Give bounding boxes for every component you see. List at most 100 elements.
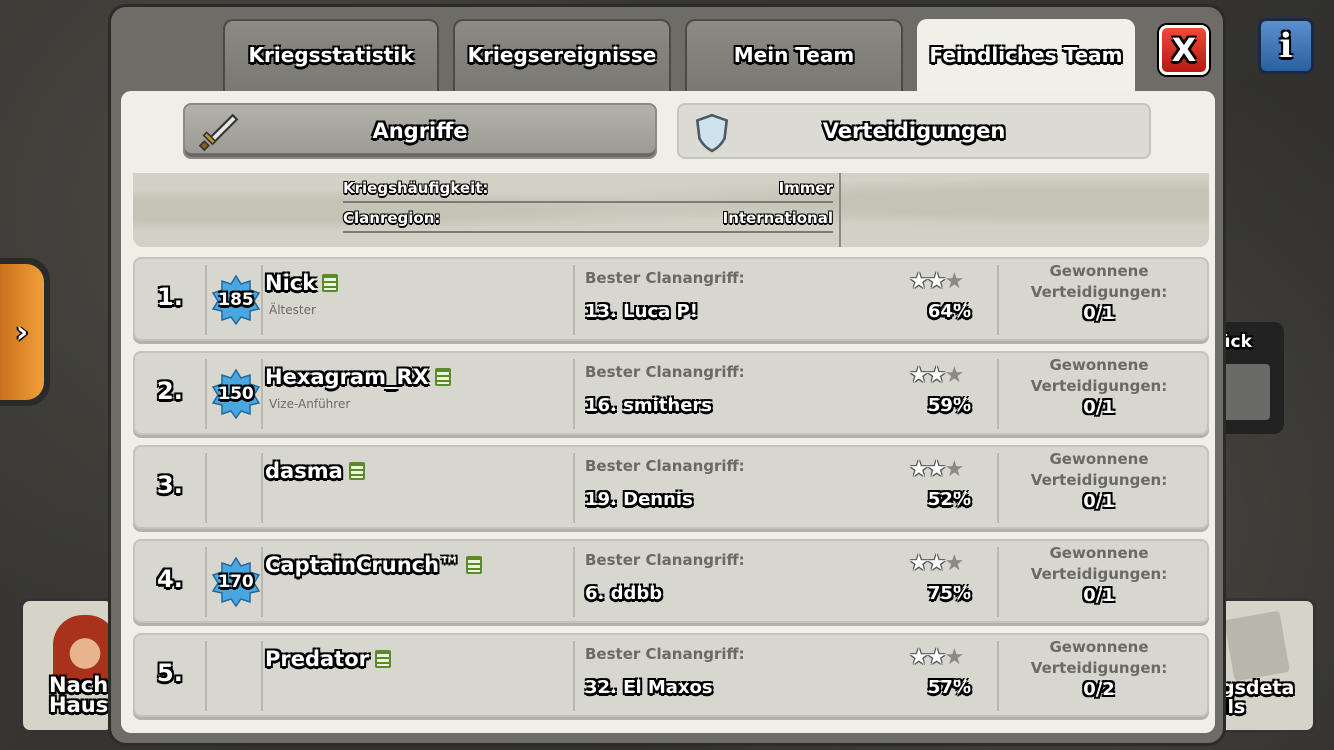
member-row[interactable]: 5. Predator Bester Clanangriff: 32. El M… [133,633,1209,717]
player-name: CaptainCrunch™ [265,553,461,577]
war-panel: Kriegsstatistik Kriegsereignisse Mein Te… [108,4,1226,746]
tab-war-stats[interactable]: Kriegsstatistik [223,19,439,99]
player-name: Hexagram_RX [265,365,429,389]
notes-icon [375,650,392,668]
player-name: Nick [265,271,317,295]
star-icon: ★ [926,551,947,576]
tab-enemy-team[interactable]: Feindliches Team [917,19,1135,99]
divider [573,265,575,335]
notes-icon [348,462,365,480]
defenses-value: 0/1 [1083,397,1115,418]
clan-region-row: Clanregion: International [343,205,833,233]
attacker-name: 19. Dennis [585,489,693,510]
player-role: Vize-Anführer [269,397,351,411]
star-icon: ★ [944,363,964,388]
clan-info-strip: Kriegshäufigkeit: Immer Clanregion: Inte… [133,173,1209,247]
sword-icon [198,113,239,152]
content-area: Angriffe Verteidigungen Kriegshäufigkeit… [121,91,1215,733]
tab-my-team[interactable]: Mein Team [685,19,903,99]
info-button[interactable]: i [1258,18,1314,74]
defenses-text: Gewonnene Verteidigungen: [1030,356,1168,395]
divider [997,641,999,711]
member-row[interactable]: 3. dasma Bester Clanangriff: 19. Dennis … [133,445,1209,529]
destruction-percent: 64% [927,301,971,322]
chevron-right-icon: › [0,264,44,400]
defenses-text: Gewonnene Verteidigungen: [1030,262,1168,301]
level-badge: 170 [211,556,261,608]
clan-region-value: International [722,209,833,227]
player-name: dasma [265,459,343,483]
divider [573,547,575,617]
divider [261,359,263,429]
defenses-label: Gewonnene Verteidigungen: 0/1 [1011,543,1187,606]
star-icon: ★ [926,269,947,294]
go-home-label: Nach Haus [49,673,109,717]
divider [997,547,999,617]
member-row[interactable]: 1. 185 Nick Ältester Bester Clanangriff:… [133,257,1209,341]
close-button[interactable]: X [1159,25,1209,75]
document-icon [1224,610,1290,682]
star-icon: ★ [944,551,964,576]
best-attack-label: Bester Clanangriff: [585,269,745,287]
player-name-container: CaptainCrunch™ [265,553,483,577]
member-row[interactable]: 2. 150 Hexagram_RX Vize-Anführer Bester … [133,351,1209,435]
star-rating: ★★★ [909,551,964,576]
player-name-container: Nick [265,271,339,295]
star-icon: ★ [944,457,964,482]
attacker-name: 16. smithers [585,395,713,416]
clan-region-label: Clanregion: [343,209,441,227]
rank-number: 1. [157,283,183,311]
attacks-toggle[interactable]: Angriffe [183,103,657,159]
defenses-label: Gewonnene Verteidigungen: 0/1 [1011,449,1187,512]
level-value: 170 [218,572,254,592]
star-icon: ★ [944,645,964,670]
divider [997,359,999,429]
divider [205,547,207,617]
divider [573,641,575,711]
player-name: Predator [265,647,370,671]
go-home-button[interactable]: Nach Haus [20,598,115,733]
divider [261,265,263,335]
divider [573,453,575,523]
defenses-label: Gewonnene Verteidigungen: 0/1 [1011,355,1187,418]
defenses-text: Gewonnene Verteidigungen: [1030,638,1168,677]
rank-number: 3. [157,471,183,499]
side-arrow-button[interactable]: › [0,258,50,406]
attacker-name: 32. El Maxos [585,677,713,698]
divider [997,453,999,523]
star-icon: ★ [909,551,929,576]
defenses-text: Gewonnene Verteidigungen: [1030,544,1168,583]
defenses-label: Gewonnene Verteidigungen: 0/2 [1011,637,1187,700]
player-name-container: dasma [265,459,365,483]
player-role: Ältester [269,303,316,317]
star-icon: ★ [909,645,929,670]
star-icon: ★ [926,645,947,670]
tab-war-events[interactable]: Kriegsereignisse [453,19,671,99]
level-badge: 185 [211,274,261,326]
notes-icon [322,274,339,292]
divider [261,641,263,711]
defenses-label: Verteidigungen [822,119,1006,143]
divider [205,359,207,429]
star-rating: ★★★ [909,269,964,294]
star-icon: ★ [944,269,964,294]
divider [997,265,999,335]
star-icon: ★ [909,269,929,294]
divider [205,265,207,335]
member-row[interactable]: 4. 170 CaptainCrunch™ Bester Clanangriff… [133,539,1209,623]
destruction-percent: 52% [927,489,971,510]
defenses-label: Gewonnene Verteidigungen: 0/1 [1011,261,1187,324]
attacks-label: Angriffe [372,119,468,143]
notes-icon [466,556,483,574]
war-frequency-value: Immer [778,179,833,197]
level-value: 185 [218,290,254,310]
war-details-button[interactable]: gsdeta ils [1216,598,1316,733]
notes-icon [434,368,451,386]
rank-number: 5. [157,659,183,687]
defenses-value: 0/1 [1083,585,1115,606]
rank-number: 4. [157,565,183,593]
star-icon: ★ [909,457,929,482]
war-frequency-row: Kriegshäufigkeit: Immer [343,175,833,203]
destruction-percent: 59% [927,395,971,416]
defenses-toggle[interactable]: Verteidigungen [677,103,1151,159]
